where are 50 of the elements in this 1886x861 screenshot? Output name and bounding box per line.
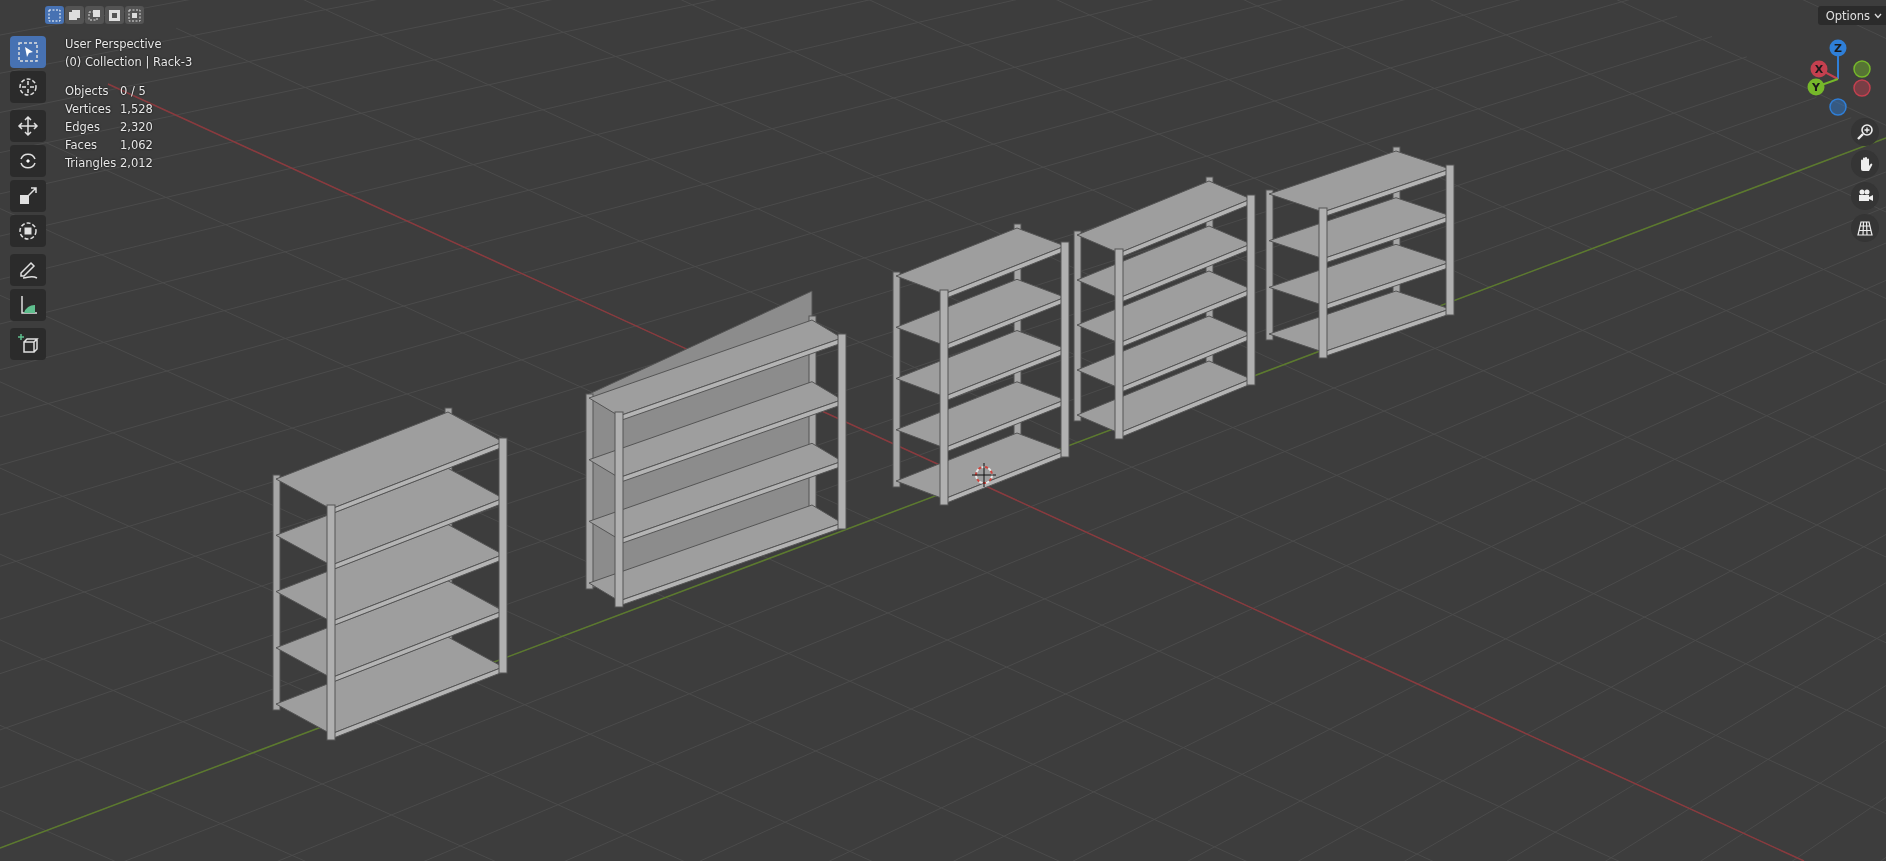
scale-icon bbox=[17, 185, 39, 207]
zoom-icon bbox=[1856, 123, 1874, 141]
measure-tool[interactable] bbox=[10, 289, 46, 321]
transform-tool[interactable] bbox=[10, 215, 46, 247]
camera-view-button[interactable] bbox=[1851, 182, 1879, 210]
selection-mode-button[interactable] bbox=[105, 6, 124, 24]
annotate-tool[interactable] bbox=[10, 254, 46, 286]
selection-mode-button[interactable] bbox=[85, 6, 104, 24]
axis-handle[interactable]: Z bbox=[1829, 39, 1847, 80]
view-name: User Perspective bbox=[65, 36, 163, 53]
stat-label: Triangles bbox=[65, 155, 118, 172]
stat-label: Objects bbox=[65, 83, 110, 100]
move-tool[interactable] bbox=[10, 110, 46, 142]
collection-label: (0) Collection | Rack-3 bbox=[65, 54, 193, 71]
selection-mode-icon bbox=[128, 8, 141, 22]
3d-cursor-icon bbox=[971, 462, 997, 488]
selection-mode-button[interactable] bbox=[125, 6, 144, 24]
orthographic-toggle-button[interactable] bbox=[1851, 214, 1879, 242]
axis-handle[interactable] bbox=[1829, 98, 1847, 116]
cube-plus-icon bbox=[17, 333, 39, 355]
pencil-icon bbox=[17, 259, 39, 281]
select-box-tool[interactable] bbox=[10, 36, 46, 68]
stat-value: 2,320 bbox=[120, 119, 154, 136]
selection-mode-button[interactable] bbox=[65, 6, 84, 24]
move-arrows-icon bbox=[17, 115, 39, 137]
zoom-button[interactable] bbox=[1851, 118, 1879, 146]
scale-tool[interactable] bbox=[10, 180, 46, 212]
transform-icon bbox=[17, 220, 39, 242]
axis-handle[interactable] bbox=[1853, 79, 1871, 97]
selection-mode-button[interactable] bbox=[45, 6, 64, 24]
axis-handle[interactable] bbox=[1853, 60, 1871, 78]
stat-label: Faces bbox=[65, 137, 98, 154]
rotate-tool[interactable] bbox=[10, 145, 46, 177]
grid-icon bbox=[1856, 219, 1874, 237]
stat-value: 2,012 bbox=[120, 155, 154, 172]
stat-value: 0 / 5 bbox=[120, 83, 147, 100]
selection-mode-icon bbox=[48, 8, 61, 22]
stat-label: Edges bbox=[65, 119, 101, 136]
options-dropdown[interactable]: Options bbox=[1817, 6, 1886, 25]
chevron-icon bbox=[1874, 12, 1882, 19]
cursor-tool[interactable] bbox=[10, 71, 46, 103]
selection-mode-icon bbox=[108, 8, 121, 22]
stat-value: 1,062 bbox=[120, 137, 154, 154]
pan-button[interactable] bbox=[1851, 150, 1879, 178]
selection-mode-icon bbox=[68, 8, 81, 22]
stat-label: Vertices bbox=[65, 101, 112, 118]
crosshair-icon bbox=[17, 76, 39, 98]
selection-mode-icon bbox=[88, 8, 101, 22]
add-cube-tool[interactable] bbox=[10, 328, 46, 360]
stat-value: 1,528 bbox=[120, 101, 154, 118]
